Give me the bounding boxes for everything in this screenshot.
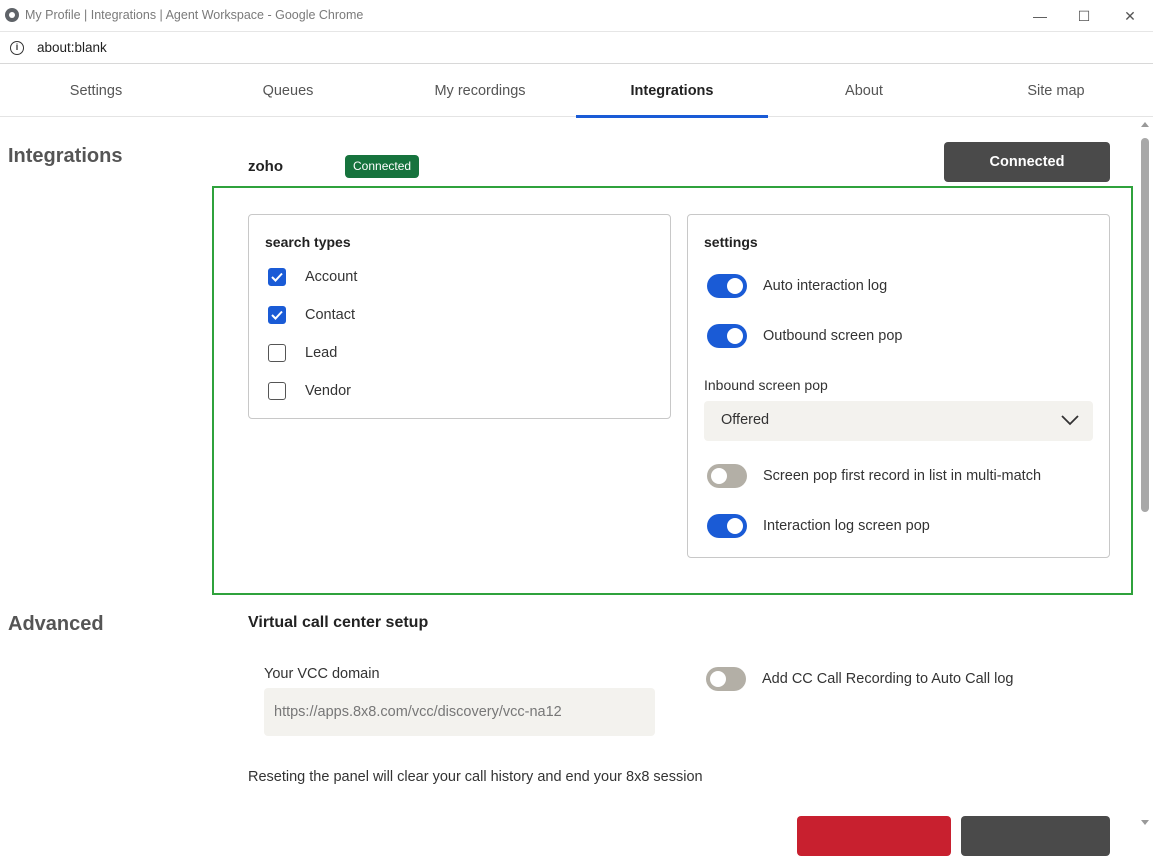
integrations-section-title: Integrations (8, 145, 123, 167)
vcc-domain-field[interactable] (264, 688, 655, 736)
tab-my-recordings[interactable]: My recordings (384, 65, 576, 117)
tab-settings[interactable]: Settings (0, 65, 192, 117)
status-badge: Connected (345, 155, 420, 178)
checkbox-label: Vendor (305, 383, 351, 399)
vcc-domain-label: Your VCC domain (264, 666, 380, 682)
contact-checkbox[interactable] (268, 306, 286, 324)
close-button[interactable]: ✕ (1120, 6, 1140, 26)
search-type-contact[interactable]: Contact (268, 305, 355, 325)
chevron-down-icon (1061, 415, 1079, 426)
main-content: Integrations zoho Connected Connected se… (0, 118, 1138, 865)
screen-pop-first-record-row[interactable]: Screen pop first record in list in multi… (707, 464, 1041, 488)
minimize-button[interactable]: — (1030, 6, 1050, 26)
toggle-label: Outbound screen pop (763, 328, 903, 344)
reset-button[interactable] (797, 816, 951, 856)
interaction-log-screen-pop-row[interactable]: Interaction log screen pop (707, 514, 930, 538)
vcc-setup-title: Virtual call center setup (248, 614, 429, 631)
advanced-section-title: Advanced (8, 613, 104, 635)
auto-interaction-log-row[interactable]: Auto interaction log (707, 274, 887, 298)
secondary-action-button[interactable] (961, 816, 1110, 856)
account-checkbox[interactable] (268, 268, 286, 286)
scroll-up-arrow-icon[interactable] (1141, 122, 1149, 127)
toggle-label: Interaction log screen pop (763, 518, 930, 534)
scrollbar[interactable] (1138, 118, 1153, 829)
search-type-vendor[interactable]: Vendor (268, 381, 351, 401)
tab-about[interactable]: About (768, 65, 960, 117)
settings-title: settings (704, 234, 758, 250)
window-title: My Profile | Integrations | Agent Worksp… (25, 8, 364, 22)
settings-card: settings Auto interaction log Outbound s… (687, 214, 1110, 558)
info-icon[interactable]: i (10, 41, 24, 55)
inbound-screen-pop-label: Inbound screen pop (704, 377, 828, 393)
maximize-button[interactable]: ☐ (1074, 6, 1094, 26)
search-type-account[interactable]: Account (268, 267, 357, 287)
integration-config-frame: search types Account Contact Lead Vendor… (212, 186, 1133, 595)
screen-pop-first-record-toggle[interactable] (707, 464, 747, 488)
select-value: Offered (721, 412, 770, 428)
interaction-log-screen-pop-toggle[interactable] (707, 514, 747, 538)
tab-site-map[interactable]: Site map (960, 65, 1152, 117)
scroll-thumb[interactable] (1141, 138, 1149, 512)
profile-tabs: Settings Queues My recordings Integratio… (0, 65, 1153, 118)
checkbox-label: Lead (305, 345, 338, 361)
outbound-screen-pop-toggle[interactable] (707, 324, 747, 348)
connection-button[interactable]: Connected (944, 142, 1110, 182)
search-types-card: search types Account Contact Lead Vendor (248, 214, 671, 419)
url-text[interactable]: about:blank (37, 40, 107, 55)
reset-warning-text: Reseting the panel will clear your call … (248, 769, 703, 785)
toggle-label: Auto interaction log (763, 278, 888, 294)
cc-recording-row[interactable]: Add CC Call Recording to Auto Call log (706, 667, 1013, 691)
tab-integrations[interactable]: Integrations (576, 65, 768, 118)
outbound-screen-pop-row[interactable]: Outbound screen pop (707, 324, 902, 348)
toggle-label: Screen pop first record in list in multi… (763, 468, 1042, 484)
chrome-icon (5, 8, 19, 22)
vendor-checkbox[interactable] (268, 382, 286, 400)
tab-queues[interactable]: Queues (192, 65, 384, 117)
cc-recording-toggle[interactable] (706, 667, 746, 691)
lead-checkbox[interactable] (268, 344, 286, 362)
browser-title-bar: My Profile | Integrations | Agent Worksp… (0, 0, 1153, 32)
provider-name: zoho (248, 158, 283, 175)
scroll-down-arrow-icon[interactable] (1141, 820, 1149, 825)
checkbox-label: Contact (305, 307, 355, 323)
toggle-label: Add CC Call Recording to Auto Call log (762, 671, 1014, 687)
search-type-lead[interactable]: Lead (268, 343, 337, 363)
checkbox-label: Account (305, 269, 358, 285)
auto-interaction-log-toggle[interactable] (707, 274, 747, 298)
inbound-screen-pop-select[interactable]: Offered (704, 401, 1093, 441)
search-types-title: search types (265, 234, 351, 250)
address-bar[interactable]: i about:blank (0, 32, 1153, 64)
